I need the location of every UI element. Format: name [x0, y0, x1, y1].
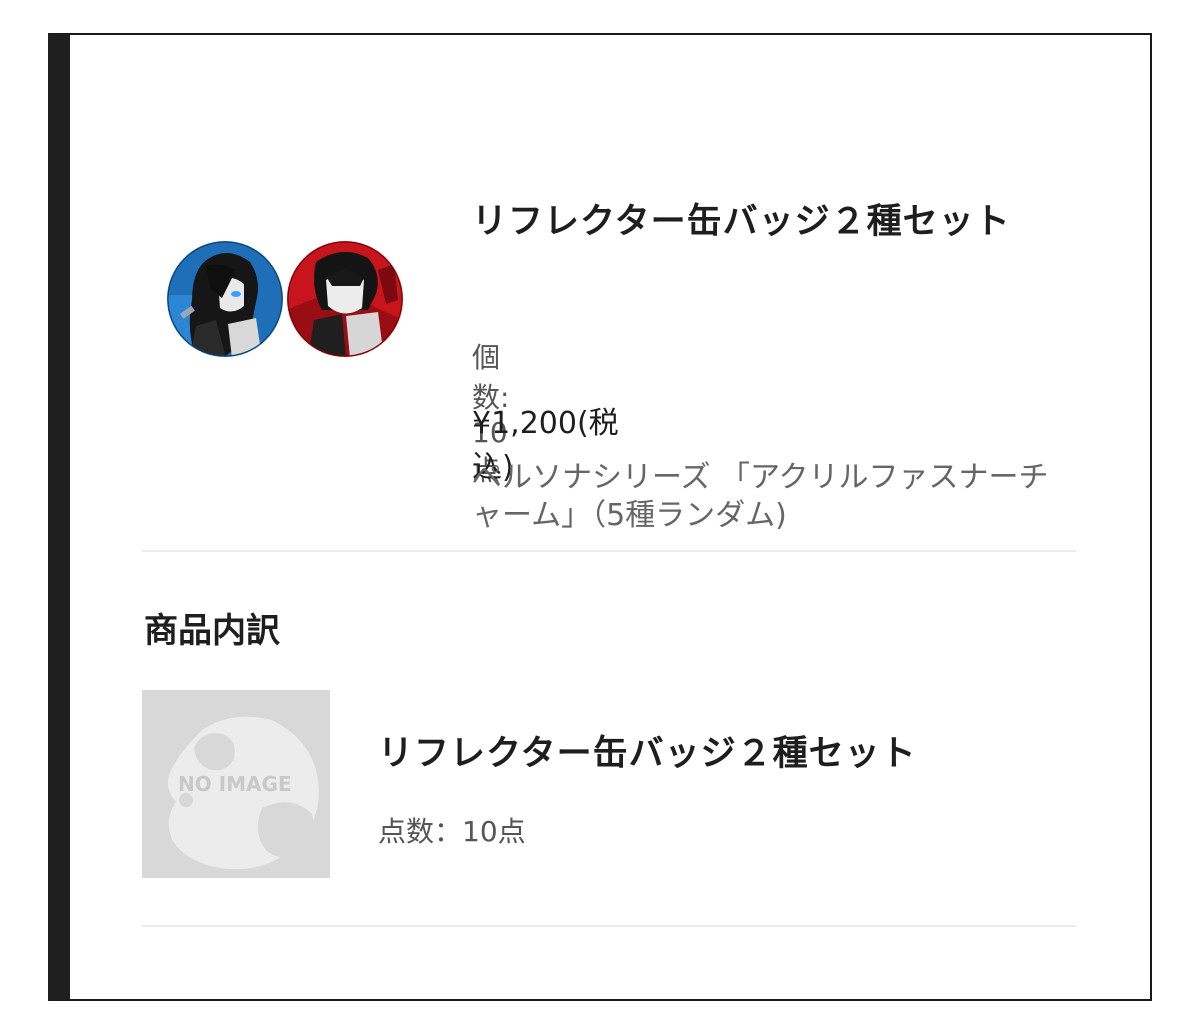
breakdown-item-quantity: 点数：10点	[378, 815, 526, 848]
red-badge-image	[287, 241, 403, 357]
no-image-label: NO IMAGE	[178, 772, 292, 796]
product-thumbnail[interactable]	[166, 240, 406, 360]
breakdown-heading: 商品内訳	[144, 611, 280, 651]
blue-badge-image	[167, 241, 283, 357]
order-detail-panel: リフレクター缶バッジ２種セット 個数: 10点 ¥1,200(税込) ペルソナシ…	[48, 33, 1152, 1001]
divider	[142, 550, 1076, 552]
product-title[interactable]: リフレクター缶バッジ２種セット	[472, 193, 1072, 251]
divider	[142, 925, 1076, 927]
product-description: ペルソナシリーズ 「アクリルファスナーチャーム」（5種ランダム)	[472, 460, 1049, 533]
breakdown-item-title[interactable]: リフレクター缶バッジ２種セット	[378, 725, 917, 776]
no-image-placeholder: NO IMAGE	[142, 690, 330, 878]
